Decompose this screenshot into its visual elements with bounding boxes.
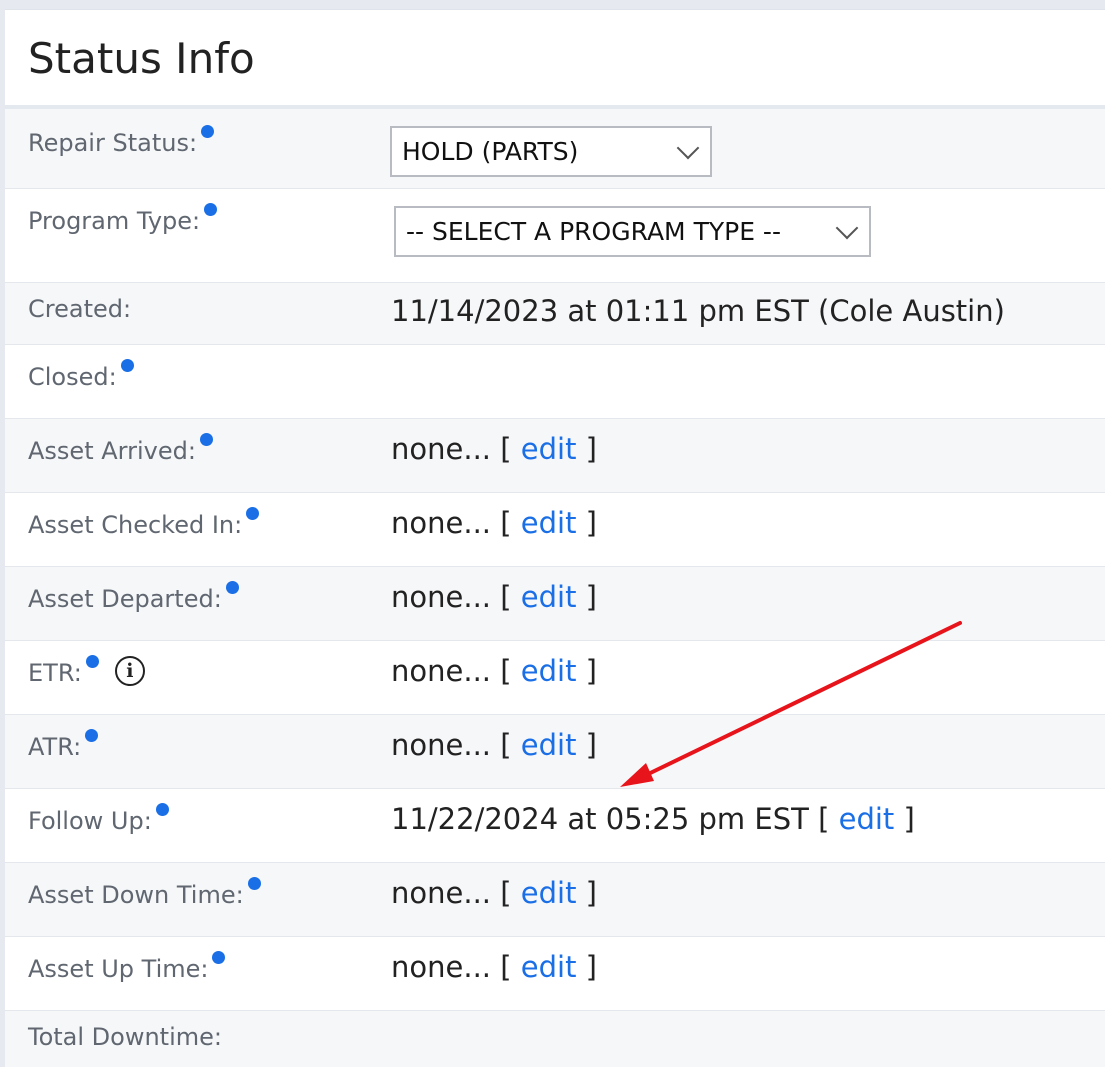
asset-down-time-edit-link[interactable]: edit xyxy=(521,876,577,910)
asset-checked-in-edit-link[interactable]: edit xyxy=(521,506,577,540)
asset-up-time-edit-link[interactable]: edit xyxy=(521,950,577,984)
program-type-select-value: -- SELECT A PROGRAM TYPE -- xyxy=(406,217,781,246)
asset-arrived-value: none... [ edit ] xyxy=(391,432,597,466)
row-total-downtime: Total Downtime: xyxy=(5,1011,1105,1067)
asset-arrived-label: Asset Arrived: xyxy=(28,433,213,465)
repair-status-select[interactable]: HOLD (PARTS) xyxy=(390,126,712,177)
program-type-label: Program Type: xyxy=(28,203,218,235)
row-asset-arrived: Asset Arrived: none... [ edit ] xyxy=(5,419,1105,493)
asset-departed-edit-link[interactable]: edit xyxy=(521,580,577,614)
status-info-panel: Status Info Repair Status: HOLD (PARTS) … xyxy=(5,9,1105,1067)
asset-departed-value: none... [ edit ] xyxy=(391,580,597,614)
required-dot-icon xyxy=(120,359,134,372)
etr-label: ETR: i xyxy=(28,655,145,687)
repair-status-label: Repair Status: xyxy=(28,125,215,157)
required-dot-icon xyxy=(199,433,213,446)
panel-title: Status Info xyxy=(28,34,255,83)
row-asset-up-time: Asset Up Time: none... [ edit ] xyxy=(5,937,1105,1011)
row-program-type: Program Type: -- SELECT A PROGRAM TYPE -… xyxy=(5,189,1105,283)
closed-label: Closed: xyxy=(28,359,134,391)
asset-down-time-label: Asset Down Time: xyxy=(28,877,261,909)
asset-departed-label: Asset Departed: xyxy=(28,581,239,613)
required-dot-icon xyxy=(85,729,99,742)
follow-up-label: Follow Up: xyxy=(28,803,169,835)
row-created: Created: 11/14/2023 at 01:11 pm EST (Col… xyxy=(5,283,1105,345)
chevron-down-icon xyxy=(676,136,700,159)
total-downtime-label: Total Downtime: xyxy=(28,1023,222,1051)
atr-label: ATR: xyxy=(28,729,99,761)
required-dot-icon xyxy=(155,803,169,816)
created-value: 11/14/2023 at 01:11 pm EST (Cole Austin) xyxy=(391,294,1005,328)
required-dot-icon xyxy=(85,655,99,668)
atr-edit-link[interactable]: edit xyxy=(521,728,577,762)
required-dot-icon xyxy=(225,581,239,594)
info-icon[interactable]: i xyxy=(114,656,145,686)
required-dot-icon xyxy=(246,507,260,520)
asset-down-time-value: none... [ edit ] xyxy=(391,876,597,910)
follow-up-edit-link[interactable]: edit xyxy=(839,802,895,836)
row-asset-down-time: Asset Down Time: none... [ edit ] xyxy=(5,863,1105,937)
panel-header: Status Info xyxy=(5,10,1105,109)
row-asset-checked-in: Asset Checked In: none... [ edit ] xyxy=(5,493,1105,567)
required-dot-icon xyxy=(201,125,215,138)
row-atr: ATR: none... [ edit ] xyxy=(5,715,1105,789)
program-type-select[interactable]: -- SELECT A PROGRAM TYPE -- xyxy=(394,206,871,257)
chevron-down-icon xyxy=(835,216,859,239)
row-closed: Closed: xyxy=(5,345,1105,419)
row-etr: ETR: i none... [ edit ] xyxy=(5,641,1105,715)
row-follow-up: Follow Up: 11/22/2024 at 05:25 pm EST [ … xyxy=(5,789,1105,863)
row-repair-status: Repair Status: HOLD (PARTS) xyxy=(5,109,1105,189)
asset-up-time-value: none... [ edit ] xyxy=(391,950,597,984)
etr-value: none... [ edit ] xyxy=(391,654,597,688)
required-dot-icon xyxy=(247,877,261,890)
required-dot-icon xyxy=(212,951,226,964)
asset-checked-in-value: none... [ edit ] xyxy=(391,506,597,540)
asset-up-time-label: Asset Up Time: xyxy=(28,951,226,983)
required-dot-icon xyxy=(204,203,218,216)
asset-arrived-edit-link[interactable]: edit xyxy=(521,432,577,466)
repair-status-select-value: HOLD (PARTS) xyxy=(402,137,579,166)
follow-up-value: 11/22/2024 at 05:25 pm EST [ edit ] xyxy=(391,802,915,836)
created-label: Created: xyxy=(28,295,132,323)
etr-edit-link[interactable]: edit xyxy=(521,654,577,688)
asset-checked-in-label: Asset Checked In: xyxy=(28,507,260,539)
atr-value: none... [ edit ] xyxy=(391,728,597,762)
row-asset-departed: Asset Departed: none... [ edit ] xyxy=(5,567,1105,641)
